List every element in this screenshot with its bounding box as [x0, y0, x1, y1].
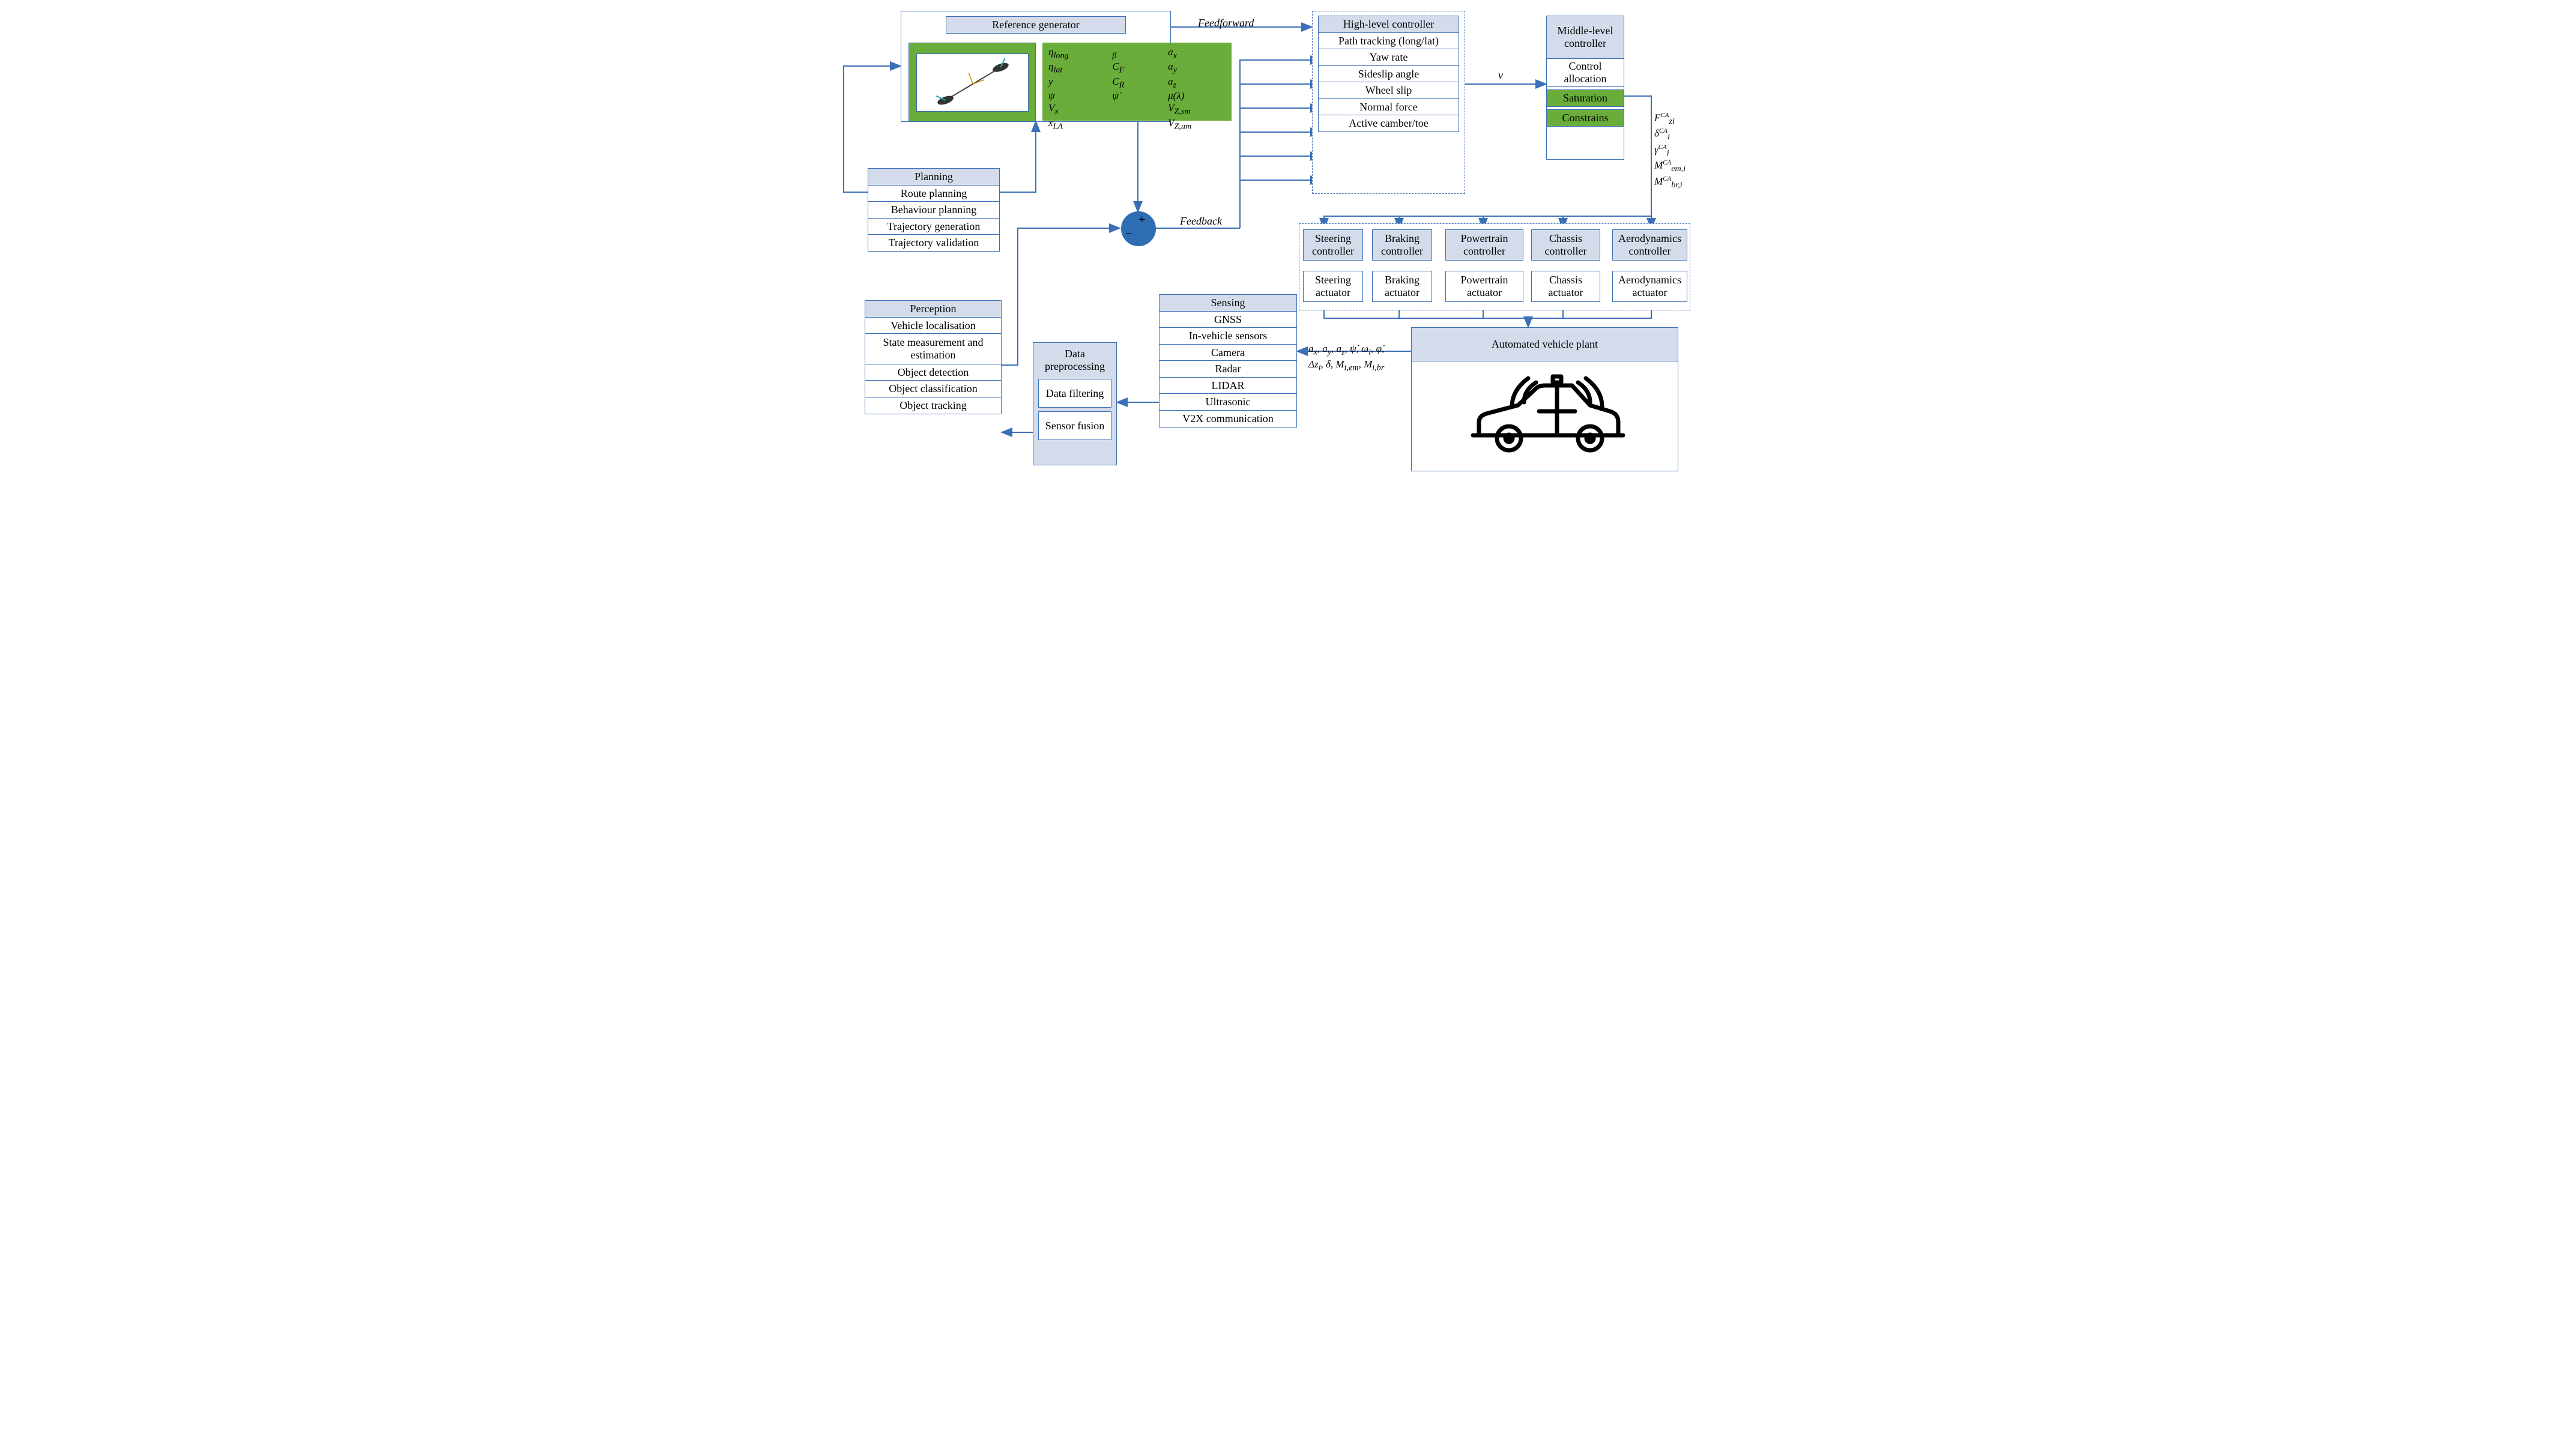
feedback-label: Feedback: [1180, 215, 1222, 228]
vehicle-model-image: [909, 43, 1036, 122]
list-item: Vehicle localisation: [865, 317, 1002, 334]
list-item: Control allocation: [1546, 58, 1624, 87]
list-item: In-vehicle sensors: [1159, 327, 1297, 345]
list-item: Object tracking: [865, 397, 1002, 414]
feedforward-label: Feedforward: [1198, 17, 1254, 29]
list-item: V2X communication: [1159, 410, 1297, 427]
list-item: Saturation: [1546, 89, 1624, 107]
list-item: Sensor fusion: [1038, 411, 1111, 440]
planning-title: Planning: [868, 168, 1000, 186]
list-item: Object detection: [865, 364, 1002, 381]
high-level-title: High-level controller: [1318, 16, 1459, 33]
diagram-root: Reference generator ηlongβaxηlatCFayyCRa…: [832, 0, 1744, 510]
list-item: LIDAR: [1159, 377, 1297, 394]
list-item: Sideslip angle: [1318, 65, 1459, 83]
actuator-box: Braking actuator: [1372, 271, 1432, 302]
list-item: Data filtering: [1038, 379, 1111, 408]
controller-box: Powertrain controller: [1445, 229, 1523, 261]
plant-title: Automated vehicle plant: [1412, 328, 1678, 361]
list-item: Wheel slip: [1318, 82, 1459, 99]
sensing-title: Sensing: [1159, 294, 1297, 312]
list-item: Constrains: [1546, 109, 1624, 127]
actuator-box: Chassis actuator: [1531, 271, 1600, 302]
list-item: GNSS: [1159, 311, 1297, 328]
vehicle-schematic-icon: [917, 54, 1028, 111]
reference-generator-box: Reference generator ηlongβaxηlatCFayyCRa…: [901, 11, 1171, 122]
middle-level-block: Middle-level controller Control allocati…: [1546, 16, 1624, 127]
list-item: Path tracking (long/lat): [1318, 32, 1459, 50]
list-item: Route planning: [868, 185, 1000, 202]
summing-junction: + −: [1121, 211, 1156, 246]
planning-block: Planning Route planningBehaviour plannin…: [868, 168, 1000, 252]
list-item: Trajectory generation: [868, 218, 1000, 235]
list-item: Trajectory validation: [868, 234, 1000, 252]
list-item: Behaviour planning: [868, 201, 1000, 219]
reference-variables: ηlongβaxηlatCFayyCRazψψ̇μ(λ)VxVZ,smxLAVZ…: [1042, 43, 1232, 121]
middle-level-title: Middle-level controller: [1546, 16, 1624, 59]
actuator-box: Aerodynamics actuator: [1612, 271, 1687, 302]
list-item: Object classification: [865, 380, 1002, 397]
high-level-block: High-level controller Path tracking (lon…: [1318, 16, 1459, 132]
controller-box: Aerodynamics controller: [1612, 229, 1687, 261]
reference-generator-title: Reference generator: [946, 16, 1126, 34]
list-item: Normal force: [1318, 98, 1459, 116]
car-icon: [1455, 366, 1635, 462]
data-preprocessing-box: Data preprocessing Data filtering Sensor …: [1033, 342, 1117, 465]
list-item: Yaw rate: [1318, 49, 1459, 66]
actuator-box: Steering actuator: [1303, 271, 1363, 302]
list-item: Radar: [1159, 360, 1297, 378]
controller-box: Steering controller: [1303, 229, 1363, 261]
sensing-block: Sensing GNSSIn-vehicle sensorsCameraRada…: [1159, 294, 1297, 427]
list-item: Active camber/toe: [1318, 115, 1459, 132]
v-label: v: [1498, 69, 1503, 82]
list-item: Camera: [1159, 344, 1297, 361]
perception-block: Perception Vehicle localisationState mea…: [865, 300, 1002, 414]
controller-box: Braking controller: [1372, 229, 1432, 261]
plant-box: Automated vehicle plant: [1411, 327, 1678, 471]
list-item: State measurement and estimation: [865, 333, 1002, 364]
controller-box: Chassis controller: [1531, 229, 1600, 261]
ca-output-symbols: FCAziδCAiγCAiMCAem,iMCAbr,i: [1654, 111, 1686, 190]
actuator-box: Powertrain actuator: [1445, 271, 1523, 302]
perception-title: Perception: [865, 300, 1002, 318]
list-item: Ultrasonic: [1159, 393, 1297, 411]
sensor-signal-list: ax, ay, az, ψ̇, ωi, φ̇, Δzi, δ, Mi,em, M…: [1308, 342, 1416, 373]
data-preprocessing-title: Data preprocessing: [1038, 348, 1111, 373]
